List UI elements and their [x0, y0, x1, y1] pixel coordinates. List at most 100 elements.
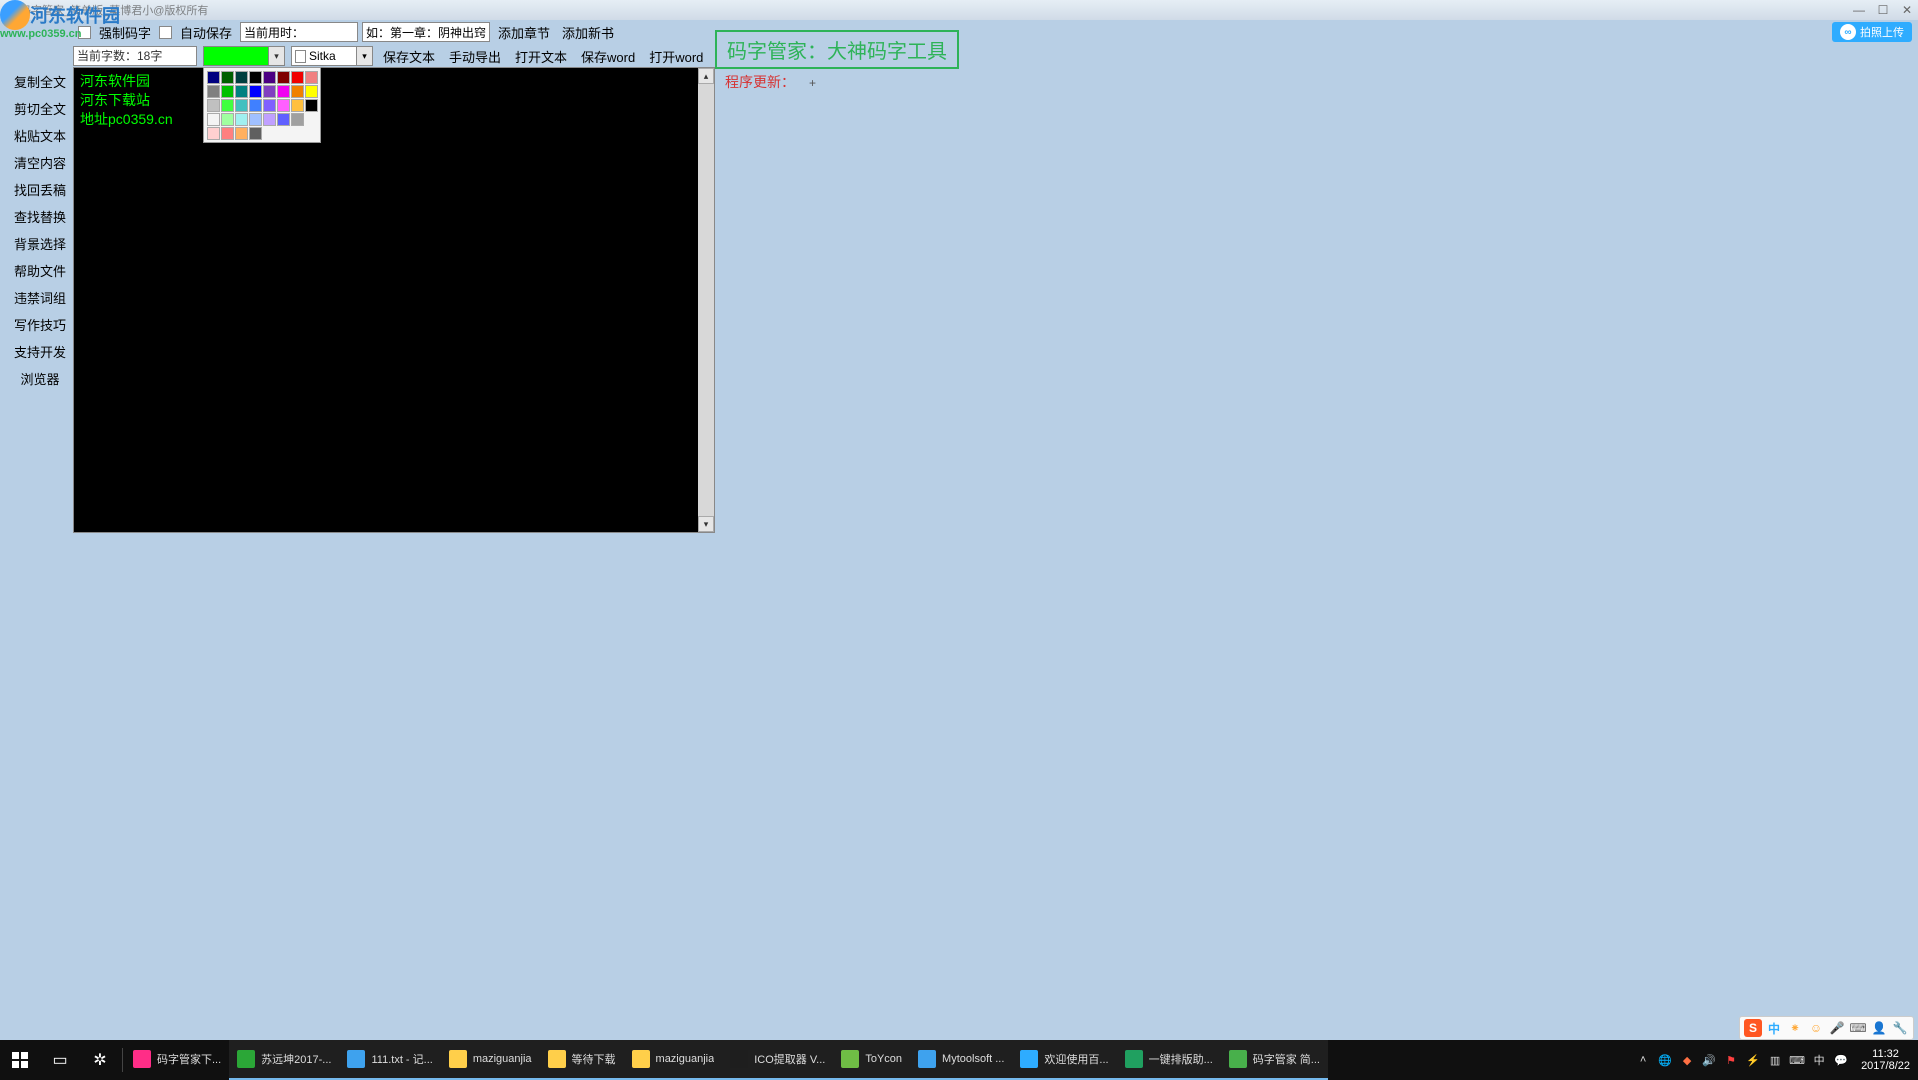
ime-emoji-icon[interactable]: ☺ — [1807, 1019, 1825, 1037]
color-swatch[interactable] — [263, 113, 276, 126]
color-swatch[interactable] — [305, 99, 318, 112]
chapter-title-input[interactable] — [362, 22, 490, 42]
taskbar-item[interactable]: maziguanjia — [624, 1040, 723, 1080]
color-swatch[interactable] — [277, 71, 290, 84]
color-swatch[interactable] — [291, 85, 304, 98]
sidebar-item-7[interactable]: 帮助文件 — [10, 257, 70, 284]
color-swatch[interactable] — [235, 127, 248, 140]
color-swatch[interactable] — [235, 85, 248, 98]
sidebar-item-10[interactable]: 支持开发 — [10, 338, 70, 365]
ime-user-icon[interactable]: 👤 — [1870, 1019, 1888, 1037]
ime-punct-icon[interactable]: ⁕ — [1786, 1019, 1804, 1037]
color-swatch[interactable] — [277, 113, 290, 126]
taskbar-item[interactable]: ICO提取器 V... — [722, 1040, 833, 1080]
scroll-up-icon[interactable]: ▴ — [698, 68, 714, 84]
color-swatch[interactable] — [221, 99, 234, 112]
open-word-button[interactable]: 打开word — [645, 47, 707, 66]
tray-browser-icon[interactable]: 🌐 — [1657, 1052, 1673, 1068]
taskbar-clock[interactable]: 11:32 2017/8/22 — [1861, 1048, 1910, 1072]
sidebar-item-8[interactable]: 违禁词组 — [10, 284, 70, 311]
tray-bolt-icon[interactable]: ⚡ — [1745, 1052, 1761, 1068]
sidebar-item-3[interactable]: 清空内容 — [10, 149, 70, 176]
sidebar-item-4[interactable]: 找回丢稿 — [10, 176, 70, 203]
color-swatch[interactable] — [291, 71, 304, 84]
color-swatch[interactable] — [249, 113, 262, 126]
color-swatch[interactable] — [207, 113, 220, 126]
sidebar-item-1[interactable]: 剪切全文 — [10, 95, 70, 122]
sidebar-item-2[interactable]: 粘贴文本 — [10, 122, 70, 149]
start-button[interactable] — [0, 1040, 40, 1080]
tray-keyboard-icon[interactable]: ⌨ — [1789, 1052, 1805, 1068]
app-icon[interactable]: ✲ — [80, 1040, 120, 1080]
ime-mic-icon[interactable]: 🎤 — [1828, 1019, 1846, 1037]
color-swatch[interactable] — [263, 71, 276, 84]
color-swatch[interactable] — [221, 85, 234, 98]
ime-toolbar[interactable]: S 中 ⁕ ☺ 🎤 ⌨ 👤 🔧 — [1739, 1016, 1914, 1040]
minimize-icon[interactable]: — — [1852, 3, 1866, 17]
color-swatch[interactable] — [207, 127, 220, 140]
taskbar-item[interactable]: Mytoolsoft ... — [910, 1040, 1012, 1080]
plus-icon[interactable]: + — [809, 76, 816, 90]
tray-ime-icon[interactable]: 中 — [1811, 1052, 1827, 1068]
editor-scrollbar[interactable]: ▴ ▾ — [698, 68, 714, 532]
force-type-checkbox[interactable] — [78, 26, 91, 39]
elapsed-time-field[interactable] — [240, 22, 358, 42]
taskbar-item[interactable]: 码字管家下... — [125, 1040, 229, 1080]
chevron-down-icon[interactable]: ▾ — [268, 47, 284, 65]
color-swatch[interactable] — [235, 113, 248, 126]
color-swatch[interactable] — [291, 113, 304, 126]
taskbar-item[interactable]: 等待下载 — [540, 1040, 624, 1080]
taskbar-item[interactable]: 码字管家 简... — [1221, 1040, 1328, 1080]
color-swatch[interactable] — [249, 127, 262, 140]
color-swatch[interactable] — [291, 99, 304, 112]
task-view-icon[interactable]: ▭ — [40, 1040, 80, 1080]
add-chapter-button[interactable]: 添加章节 — [494, 23, 554, 42]
taskbar-item[interactable]: 一键排版助... — [1117, 1040, 1221, 1080]
ime-keyboard-icon[interactable]: ⌨ — [1849, 1019, 1867, 1037]
editor-textarea[interactable]: 河东软件园 河东下载站 地址pc0359.cn — [74, 68, 698, 532]
autosave-label[interactable]: 自动保存 — [176, 23, 236, 42]
taskbar-item[interactable]: 苏远坤2017-... — [229, 1040, 339, 1080]
taskbar-item[interactable]: 111.txt - 记... — [339, 1040, 440, 1080]
scroll-down-icon[interactable]: ▾ — [698, 516, 714, 532]
save-word-button[interactable]: 保存word — [577, 47, 639, 66]
tray-chevron-up-icon[interactable]: ˄ — [1635, 1052, 1651, 1068]
tray-notify-icon[interactable]: 💬 — [1833, 1052, 1849, 1068]
color-swatch[interactable] — [235, 99, 248, 112]
tray-flag-icon[interactable]: ⚑ — [1723, 1052, 1739, 1068]
sidebar-item-11[interactable]: 浏览器 — [10, 365, 70, 392]
tray-shield-icon[interactable]: ◆ — [1679, 1052, 1695, 1068]
taskbar-item[interactable]: 欢迎使用百... — [1012, 1040, 1116, 1080]
sidebar-item-5[interactable]: 查找替换 — [10, 203, 70, 230]
taskbar-item[interactable]: maziguanjia — [441, 1040, 540, 1080]
open-text-button[interactable]: 打开文本 — [511, 47, 571, 66]
font-dropdown[interactable]: Sitka ▾ — [291, 46, 373, 66]
tray-volume-icon[interactable]: 🔊 — [1701, 1052, 1717, 1068]
tray-display-icon[interactable]: ▥ — [1767, 1052, 1783, 1068]
color-dropdown[interactable]: ▾ — [203, 46, 285, 66]
color-swatch[interactable] — [263, 99, 276, 112]
color-swatch[interactable] — [221, 71, 234, 84]
force-type-label[interactable]: 强制码字 — [95, 23, 155, 42]
color-swatch[interactable] — [305, 85, 318, 98]
sidebar-item-0[interactable]: 复制全文 — [10, 68, 70, 95]
sidebar-item-6[interactable]: 背景选择 — [10, 230, 70, 257]
upload-button[interactable]: ∞ 拍照上传 — [1832, 22, 1912, 42]
color-swatch[interactable] — [305, 71, 318, 84]
color-swatch[interactable] — [207, 71, 220, 84]
color-swatch[interactable] — [277, 85, 290, 98]
close-icon[interactable]: ✕ — [1900, 3, 1914, 17]
ime-lang-label[interactable]: 中 — [1765, 1019, 1783, 1037]
sogou-icon[interactable]: S — [1744, 1019, 1762, 1037]
save-text-button[interactable]: 保存文本 — [379, 47, 439, 66]
ime-tool-icon[interactable]: 🔧 — [1891, 1019, 1909, 1037]
color-swatch[interactable] — [249, 71, 262, 84]
color-swatch[interactable] — [235, 71, 248, 84]
chevron-down-icon[interactable]: ▾ — [356, 47, 372, 65]
taskbar-item[interactable]: ToYcon — [833, 1040, 910, 1080]
add-book-button[interactable]: 添加新书 — [558, 23, 618, 42]
color-swatch[interactable] — [249, 85, 262, 98]
color-swatch[interactable] — [221, 113, 234, 126]
sidebar-item-9[interactable]: 写作技巧 — [10, 311, 70, 338]
color-swatch[interactable] — [277, 99, 290, 112]
